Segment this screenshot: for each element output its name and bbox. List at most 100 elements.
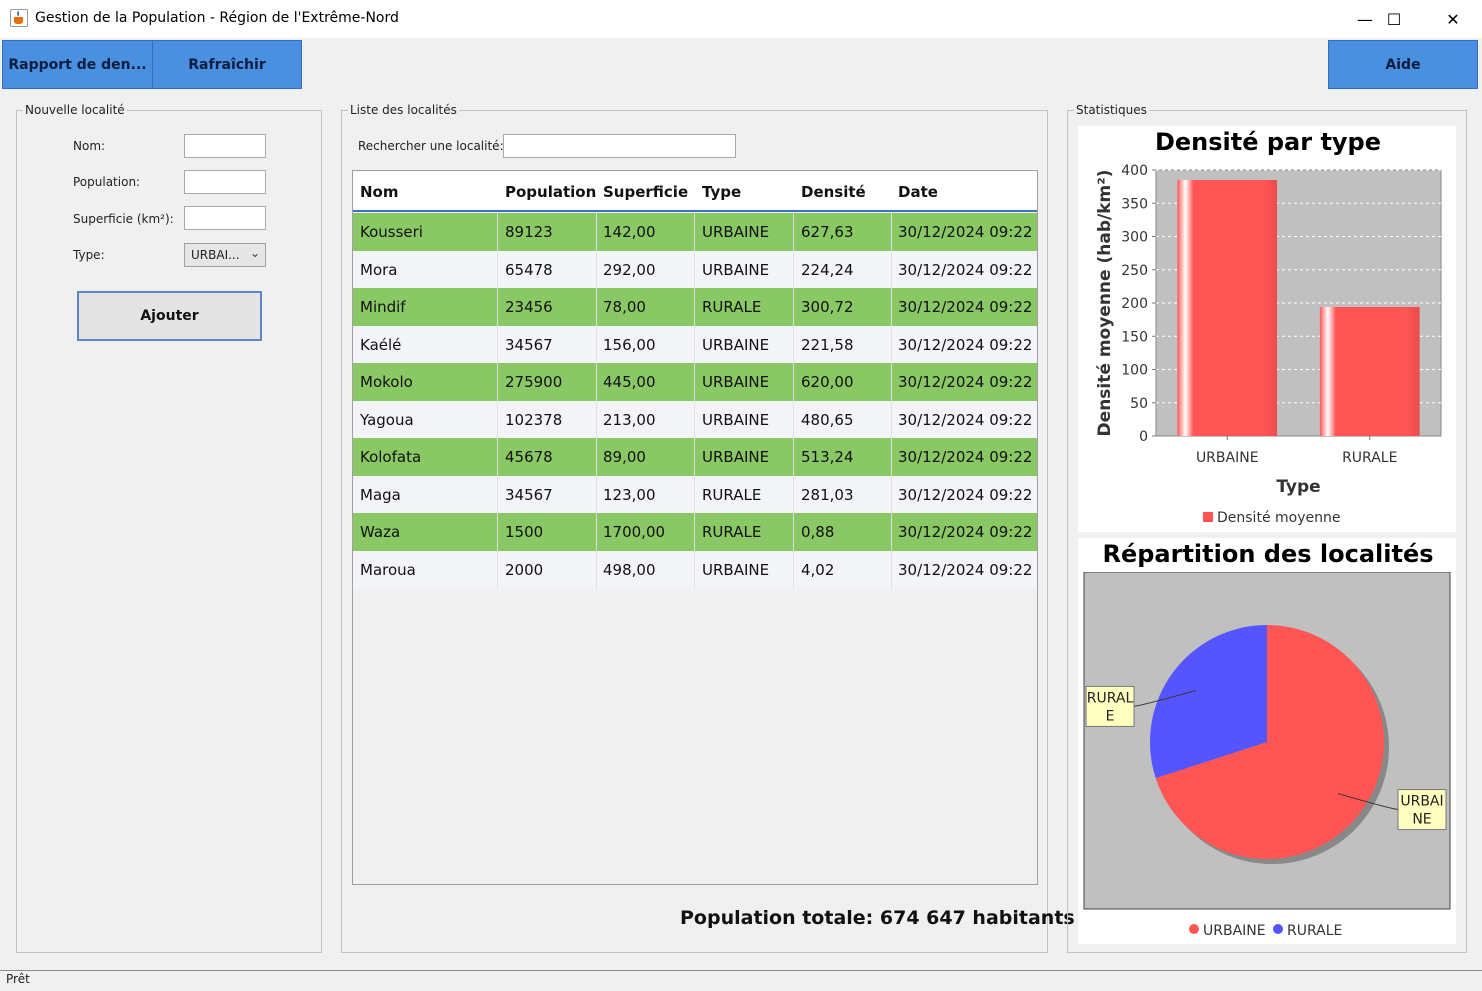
table-cell: 102378 bbox=[505, 410, 563, 429]
column-header-superficie[interactable]: Superficie bbox=[603, 183, 688, 201]
legend-label: Densité moyenne bbox=[1217, 510, 1340, 526]
column-header-population[interactable]: Population bbox=[505, 183, 596, 201]
bar bbox=[1319, 306, 1420, 436]
column-separator bbox=[497, 550, 498, 589]
column-separator bbox=[891, 288, 892, 326]
table-cell: Mokolo bbox=[360, 373, 413, 391]
column-separator bbox=[891, 363, 892, 401]
column-separator bbox=[497, 363, 498, 401]
table-row[interactable]: Kaélé 34567 156,00 URBAINE 221,58 30/12/2024 … bbox=[353, 325, 1037, 364]
column-separator bbox=[596, 288, 597, 326]
name-field[interactable] bbox=[184, 134, 266, 158]
legend-dot bbox=[1273, 924, 1283, 934]
column-separator bbox=[694, 550, 695, 589]
table-row[interactable]: Waza 1500 1700,00 RURALE 0,88 30/12/2024 09:2… bbox=[353, 513, 1037, 551]
pie-chart-title: Répartition des localités bbox=[1102, 540, 1434, 568]
table-cell: Kaélé bbox=[360, 335, 402, 354]
table-cell: URBAINE bbox=[702, 223, 770, 241]
table-cell: 620,00 bbox=[801, 373, 854, 391]
column-header-date[interactable]: Date bbox=[898, 183, 938, 201]
column-separator bbox=[793, 325, 794, 364]
density-report-button[interactable]: Rapport de den... bbox=[2, 40, 153, 89]
column-separator bbox=[596, 250, 597, 289]
column-separator bbox=[793, 400, 794, 439]
table-cell: 224,24 bbox=[801, 260, 854, 279]
legend-label: RURALE bbox=[1287, 923, 1342, 939]
table-cell: 30/12/2024 09:22 bbox=[898, 523, 1033, 541]
table-row[interactable]: Mora 65478 292,00 URBAINE 224,24 30/12/2024 0… bbox=[353, 250, 1037, 289]
table-row[interactable]: Maga 34567 123,00 RURALE 281,03 30/12/2024 09… bbox=[353, 475, 1037, 514]
column-separator bbox=[891, 400, 892, 439]
column-separator bbox=[497, 250, 498, 289]
type-select[interactable]: URBAI... ⌄ bbox=[184, 243, 266, 267]
table-cell: 30/12/2024 09:22 bbox=[898, 223, 1033, 241]
table-cell: URBAINE bbox=[702, 260, 770, 279]
search-label: Rechercher une localité: bbox=[358, 139, 504, 153]
type-label: Type: bbox=[73, 248, 105, 262]
column-separator bbox=[891, 550, 892, 589]
table-cell: 123,00 bbox=[603, 485, 656, 504]
refresh-button[interactable]: Rafraîchir bbox=[152, 40, 302, 89]
column-separator bbox=[793, 363, 794, 401]
close-icon[interactable]: ✕ bbox=[1424, 0, 1482, 38]
search-input[interactable] bbox=[503, 134, 736, 158]
column-header-nom[interactable]: Nom bbox=[360, 183, 399, 201]
table-cell: 30/12/2024 09:22 bbox=[898, 373, 1033, 391]
column-header-type[interactable]: Type bbox=[702, 183, 741, 201]
new-locality-panel bbox=[16, 110, 322, 953]
help-button[interactable]: Aide bbox=[1328, 40, 1478, 89]
column-separator bbox=[497, 288, 498, 326]
add-button[interactable]: Ajouter bbox=[77, 291, 262, 341]
area-label: Superficie (km²): bbox=[73, 212, 174, 226]
table-row[interactable]: Mindif 23456 78,00 RURALE 300,72 30/12/2024 0… bbox=[353, 288, 1037, 326]
y-tick-label: 200 bbox=[1121, 296, 1148, 312]
table-cell: Mindif bbox=[360, 298, 406, 316]
table-cell: 0,88 bbox=[801, 523, 835, 541]
column-separator bbox=[793, 513, 794, 551]
pie-slice-label: NE bbox=[1412, 812, 1431, 828]
table-cell: Maga bbox=[360, 485, 401, 504]
y-tick-label: 150 bbox=[1121, 329, 1148, 345]
y-tick-label: 400 bbox=[1121, 163, 1148, 179]
y-tick-label: 0 bbox=[1139, 429, 1148, 445]
column-separator bbox=[694, 513, 695, 551]
table-cell: RURALE bbox=[702, 485, 762, 504]
pie-slice-label: URBAI bbox=[1400, 794, 1443, 810]
type-select-value: URBAI... bbox=[191, 248, 240, 262]
table-row[interactable]: Mokolo 275900 445,00 URBAINE 620,00 30/12/202… bbox=[353, 363, 1037, 401]
table-cell: Yagoua bbox=[360, 410, 414, 429]
column-separator bbox=[793, 213, 794, 251]
column-separator bbox=[694, 250, 695, 289]
column-separator bbox=[694, 325, 695, 364]
column-separator bbox=[891, 438, 892, 476]
x-tick-label: RURALE bbox=[1342, 450, 1397, 466]
name-label: Nom: bbox=[73, 139, 106, 153]
table-cell: 480,65 bbox=[801, 410, 854, 429]
table-row[interactable]: Maroua 2000 498,00 URBAINE 4,02 30/12/2024 09… bbox=[353, 550, 1037, 589]
y-tick-label: 50 bbox=[1130, 396, 1148, 412]
table-header: Nom Population Superficie Type Densité D… bbox=[353, 171, 1037, 212]
column-separator bbox=[596, 475, 597, 514]
table-cell: 89123 bbox=[505, 223, 553, 241]
table-row[interactable]: Kolofata 45678 89,00 URBAINE 513,24 30/12/202… bbox=[353, 438, 1037, 476]
column-separator bbox=[694, 213, 695, 251]
area-field[interactable] bbox=[184, 206, 266, 230]
table-cell: 275900 bbox=[505, 373, 563, 391]
column-separator bbox=[891, 513, 892, 551]
bar-chart-title: Densité par type bbox=[1154, 128, 1382, 156]
pie-chart: URBAINERURALEURBAINE RURALE bbox=[1083, 572, 1451, 939]
maximize-icon[interactable]: ☐ bbox=[1365, 0, 1423, 38]
pie-slice-label: E bbox=[1106, 708, 1115, 724]
table-cell: URBAINE bbox=[702, 560, 770, 579]
table-cell: URBAINE bbox=[702, 335, 770, 354]
table-row[interactable]: Kousseri 89123 142,00 URBAINE 627,63 30/12/20… bbox=[353, 213, 1037, 251]
table-cell: 1500 bbox=[505, 523, 544, 541]
table-cell: 300,72 bbox=[801, 298, 854, 316]
table-cell: 78,00 bbox=[603, 298, 646, 316]
population-field[interactable] bbox=[184, 170, 266, 194]
table-cell: 292,00 bbox=[603, 260, 656, 279]
java-app-icon bbox=[10, 9, 28, 27]
column-header-densite[interactable]: Densité bbox=[801, 183, 866, 201]
table-cell: 34567 bbox=[505, 335, 553, 354]
table-row[interactable]: Yagoua 102378 213,00 URBAINE 480,65 30/12/202… bbox=[353, 400, 1037, 439]
